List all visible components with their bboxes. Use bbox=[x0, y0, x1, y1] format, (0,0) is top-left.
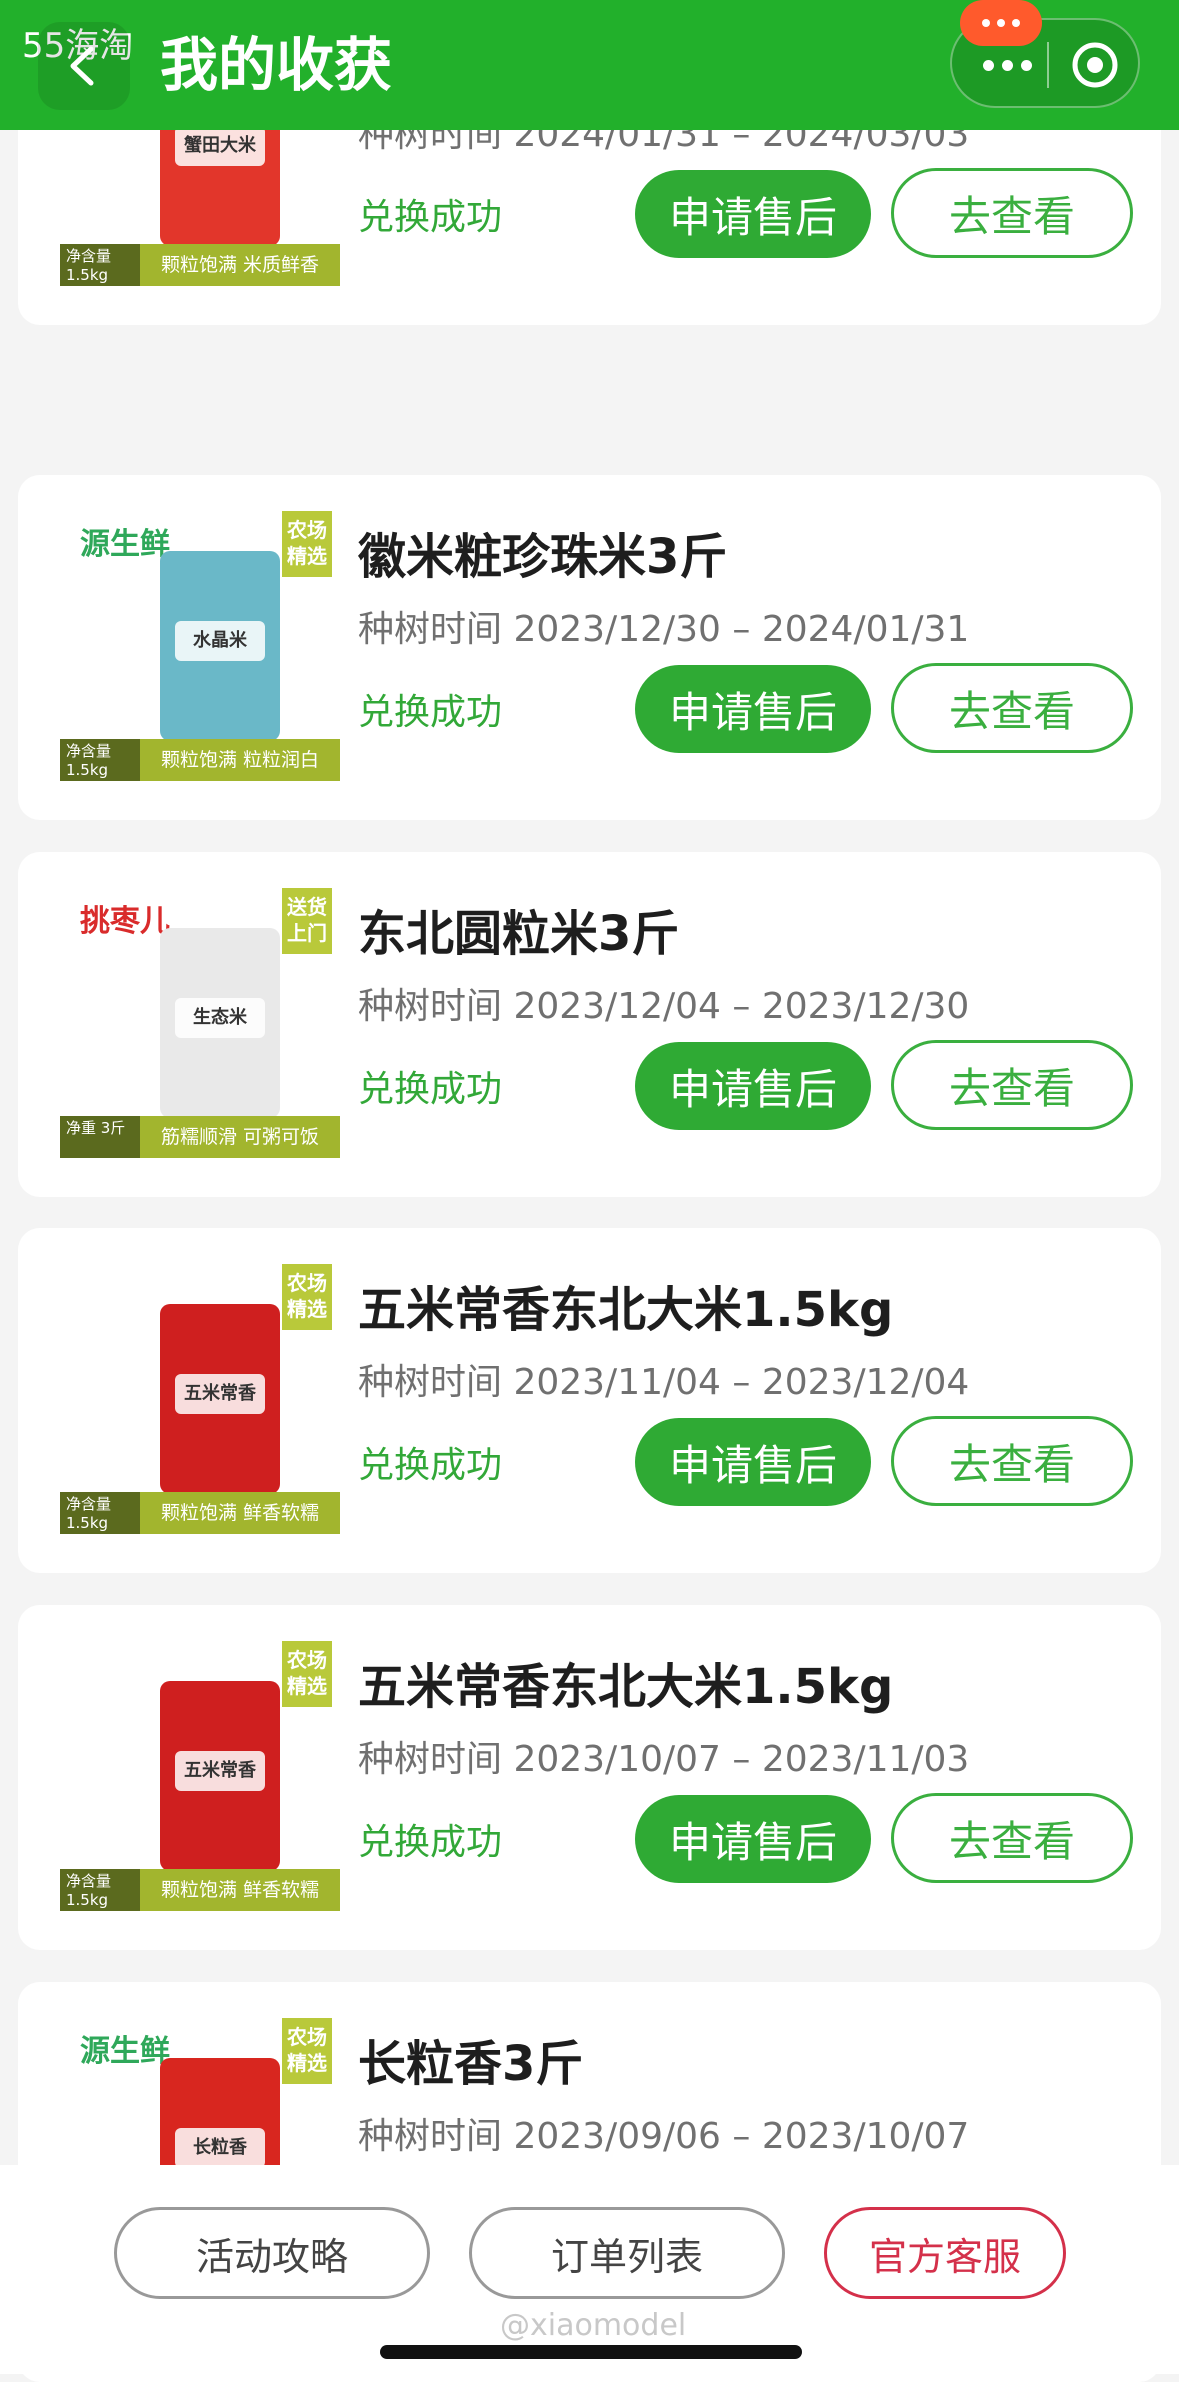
planting-period: 种树时间 2023/10/07 – 2023/11/03 bbox=[358, 1739, 970, 1780]
product-tag: 送货上门 bbox=[282, 888, 332, 954]
product-title[interactable]: 五米常香东北大米1.5kg bbox=[358, 1270, 893, 1340]
order-card[interactable]: 源生鲜 农场精选 水晶米 净含量 1.5kg 颗粒饱满 粒粒润白 徽米粧珍珠米3… bbox=[18, 475, 1161, 820]
page-title: 我的收获 bbox=[160, 31, 393, 99]
view-button[interactable]: 去查看 bbox=[891, 1793, 1133, 1883]
product-image[interactable]: 源生鲜 农场精选 水晶米 净含量 1.5kg 颗粒饱满 粒粒润白 bbox=[60, 511, 340, 781]
net-weight: 净含量 1.5kg bbox=[60, 1492, 140, 1534]
after-sale-button[interactable]: 申请售后 bbox=[635, 665, 871, 753]
more-menu-button[interactable] bbox=[972, 38, 1042, 92]
bag-label: 水晶米 bbox=[175, 621, 265, 661]
product-brand: 源生鲜 bbox=[80, 2034, 170, 2069]
rice-bag-illustration: 五米常香 bbox=[160, 1681, 280, 1871]
product-image[interactable]: 农场精选 五米常香 净含量 1.5kg 颗粒饱满 鲜香软糯 bbox=[60, 1641, 340, 1911]
product-title[interactable]: 长粒香3斤 bbox=[358, 2024, 583, 2094]
rice-bag-illustration: 水晶米 bbox=[160, 551, 280, 741]
product-slogan: 颗粒饱满 米质鲜香 bbox=[140, 244, 340, 286]
close-miniprogram-icon[interactable] bbox=[1070, 40, 1120, 90]
product-strip: 净含量 1.5kg 颗粒饱满 米质鲜香 bbox=[60, 244, 340, 286]
view-button[interactable]: 去查看 bbox=[891, 1416, 1133, 1506]
net-weight: 净含量 1.5kg bbox=[60, 1869, 140, 1911]
capsule-divider bbox=[1047, 42, 1049, 88]
product-slogan: 颗粒饱满 鲜香软糯 bbox=[140, 1492, 340, 1534]
net-weight: 净含量 1.5kg bbox=[60, 244, 140, 286]
notification-badge[interactable] bbox=[960, 0, 1042, 46]
product-title[interactable]: 徽米粧珍珠米3斤 bbox=[358, 517, 727, 587]
product-tag: 农场精选 bbox=[282, 2018, 332, 2084]
back-button[interactable] bbox=[38, 22, 130, 110]
planting-period: 种树时间 2023/11/04 – 2023/12/04 bbox=[358, 1362, 970, 1403]
order-card[interactable]: 农场精选 五米常香 净含量 1.5kg 颗粒饱满 鲜香软糯 五米常香东北大米1.… bbox=[18, 1605, 1161, 1950]
product-strip: 净重 3斤 筋糯顺滑 可粥可饭 bbox=[60, 1116, 340, 1158]
after-sale-button[interactable]: 申请售后 bbox=[635, 170, 871, 258]
exchange-status: 兑换成功 bbox=[358, 197, 503, 238]
planting-period: 种树时间 2023/12/30 – 2024/01/31 bbox=[358, 609, 970, 650]
activity-guide-button[interactable]: 活动攻略 bbox=[114, 2207, 430, 2299]
product-tag: 农场精选 bbox=[282, 1264, 332, 1330]
after-sale-button[interactable]: 申请售后 bbox=[635, 1418, 871, 1506]
exchange-status: 兑换成功 bbox=[358, 1069, 503, 1110]
view-button[interactable]: 去查看 bbox=[891, 1040, 1133, 1130]
planting-period: 种树时间 2023/09/06 – 2023/10/07 bbox=[358, 2116, 970, 2157]
product-strip: 净含量 1.5kg 颗粒饱满 鲜香软糯 bbox=[60, 1869, 340, 1911]
product-slogan: 颗粒饱满 鲜香软糯 bbox=[140, 1869, 340, 1911]
rice-bag-illustration: 生态米 bbox=[160, 928, 280, 1118]
product-strip: 净含量 1.5kg 颗粒饱满 鲜香软糯 bbox=[60, 1492, 340, 1534]
home-indicator[interactable] bbox=[380, 2345, 802, 2359]
bag-label: 五米常香 bbox=[175, 1374, 265, 1414]
app-header: 55海淘 我的收获 bbox=[0, 0, 1179, 130]
product-slogan: 筋糯顺滑 可粥可饭 bbox=[140, 1116, 340, 1158]
watermark: @xiaomodel bbox=[500, 2308, 687, 2343]
after-sale-button[interactable]: 申请售后 bbox=[635, 1042, 871, 1130]
product-tag: 农场精选 bbox=[282, 511, 332, 577]
bag-label: 蟹田大米 bbox=[175, 126, 265, 166]
product-brand: 源生鲜 bbox=[80, 527, 170, 562]
product-strip: 净含量 1.5kg 颗粒饱满 粒粒润白 bbox=[60, 739, 340, 781]
order-card[interactable]: 挑枣儿 送货上门 生态米 净重 3斤 筋糯顺滑 可粥可饭 东北圆粒米3斤 种树时… bbox=[18, 852, 1161, 1197]
product-tag: 农场精选 bbox=[282, 1641, 332, 1707]
view-button[interactable]: 去查看 bbox=[891, 663, 1133, 753]
net-weight: 净重 3斤 bbox=[60, 1116, 140, 1158]
product-brand: 挑枣儿 bbox=[80, 904, 170, 939]
product-image[interactable]: 挑枣儿 送货上门 生态米 净重 3斤 筋糯顺滑 可粥可饭 bbox=[60, 888, 340, 1158]
net-weight: 净含量 1.5kg bbox=[60, 739, 140, 781]
rice-bag-illustration: 五米常香 bbox=[160, 1304, 280, 1494]
after-sale-button[interactable]: 申请售后 bbox=[635, 1795, 871, 1883]
official-service-button[interactable]: 官方客服 bbox=[824, 2207, 1066, 2299]
bag-label: 生态米 bbox=[175, 998, 265, 1038]
product-title[interactable]: 五米常香东北大米1.5kg bbox=[358, 1647, 893, 1717]
view-button[interactable]: 去查看 bbox=[891, 168, 1133, 258]
product-image[interactable]: 农场精选 五米常香 净含量 1.5kg 颗粒饱满 鲜香软糯 bbox=[60, 1264, 340, 1534]
bag-label: 五米常香 bbox=[175, 1751, 265, 1791]
chevron-left-icon bbox=[70, 46, 94, 86]
product-slogan: 颗粒饱满 粒粒润白 bbox=[140, 739, 340, 781]
order-card[interactable]: 农场精选 五米常香 净含量 1.5kg 颗粒饱满 鲜香软糯 五米常香东北大米1.… bbox=[18, 1228, 1161, 1573]
product-title[interactable]: 东北圆粒米3斤 bbox=[358, 894, 679, 964]
exchange-status: 兑换成功 bbox=[358, 1822, 503, 1863]
bag-label: 长粒香 bbox=[175, 2128, 265, 2168]
planting-period: 种树时间 2023/12/04 – 2023/12/30 bbox=[358, 986, 970, 1027]
exchange-status: 兑换成功 bbox=[358, 1445, 503, 1486]
exchange-status: 兑换成功 bbox=[358, 692, 503, 733]
order-list-button[interactable]: 订单列表 bbox=[469, 2207, 785, 2299]
bottom-action-bar: 活动攻略 订单列表 官方客服 @xiaomodel bbox=[0, 2165, 1179, 2374]
